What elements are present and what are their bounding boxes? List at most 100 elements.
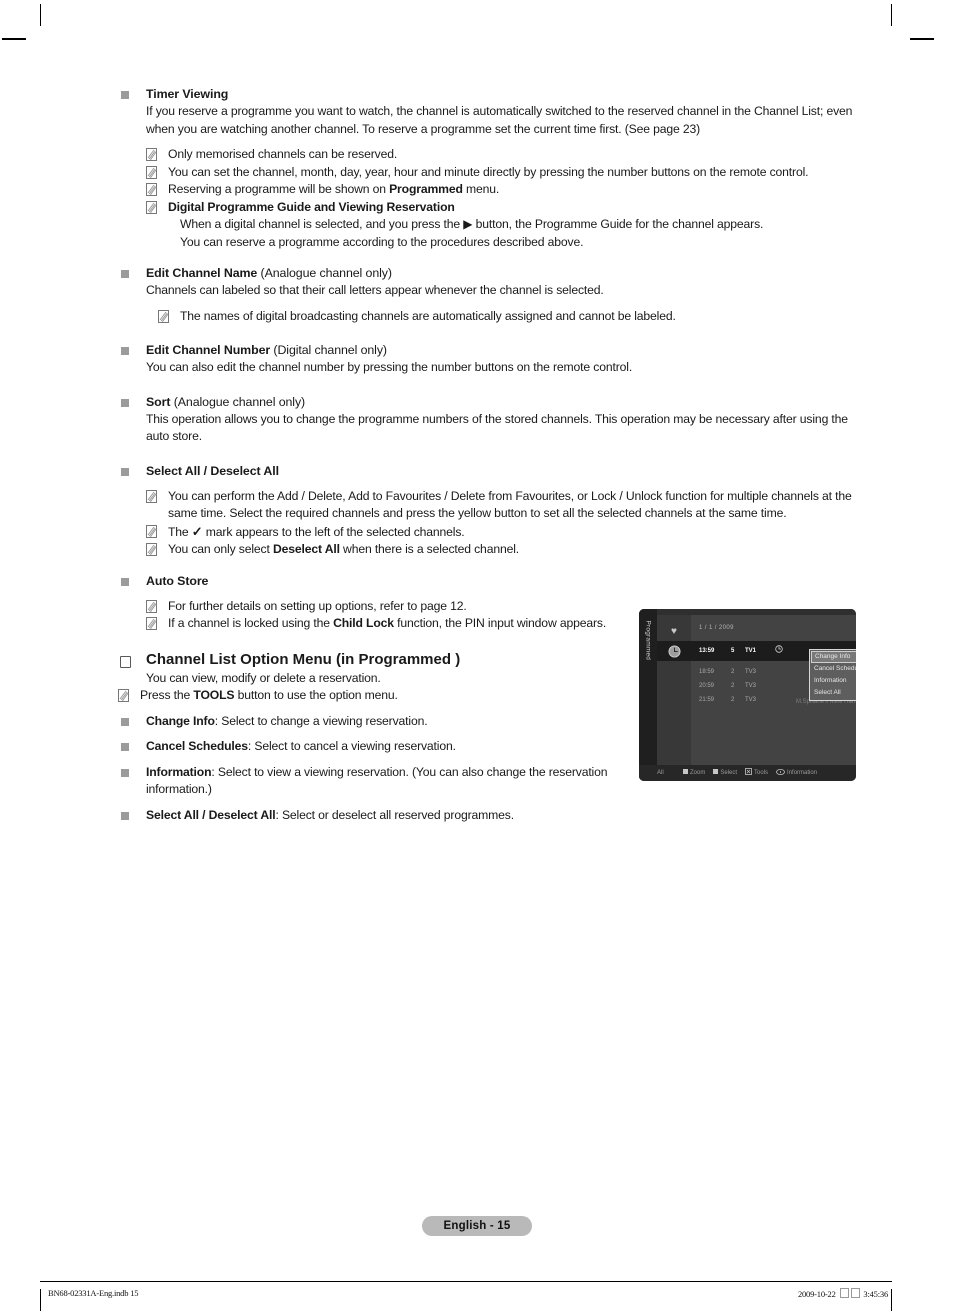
note-pencil-icon: [158, 309, 169, 323]
section-heading-suffix: (Analogue channel only): [170, 394, 306, 409]
note-pencil-icon: [118, 689, 129, 702]
note-pencil-icon: [146, 165, 157, 179]
tv-menu-item-change-info[interactable]: Change Info: [811, 651, 856, 663]
note-pencil-icon: [146, 543, 157, 556]
tv-key-information[interactable]: Information: [776, 769, 817, 776]
option-menu-heading-bold2: Programmed: [358, 650, 452, 668]
note-pencil-icon: [146, 617, 157, 630]
option-item-desc: : Select or deselect all reserved progra…: [275, 807, 514, 822]
section-edit-channel-number: Edit Channel Number (Digital channel onl…: [118, 342, 858, 377]
note-subline: You can reserve a programme according to…: [180, 234, 584, 249]
note-item: The names of digital broadcasting channe…: [146, 308, 858, 326]
tv-menu-item-information[interactable]: Information: [811, 675, 856, 687]
note-text: The names of digital broadcasting channe…: [180, 308, 676, 323]
note-text: Only memorised channels can be reserved.: [168, 147, 398, 161]
footer-timestamp: 2009-10-22 3:45:36: [798, 1288, 888, 1299]
checkmark-icon: ✓: [191, 523, 203, 539]
note-pencil-icon: [146, 200, 157, 214]
option-item-label: Cancel Schedules: [146, 739, 248, 753]
option-item-line: Cancel Schedules: Select to cancel a vie…: [146, 738, 618, 756]
note-text-post: function, the PIN input window appears.: [393, 616, 607, 630]
note-text-bold: Child Lock: [333, 616, 394, 630]
note-item: You can only select Deselect All when th…: [146, 541, 858, 559]
option-item-line: Select All / Deselect All: Select or des…: [146, 807, 618, 825]
option-item-desc: : Select to change a viewing reservation…: [214, 713, 428, 728]
tv-menu-item-select-all[interactable]: Select All: [811, 687, 856, 699]
note-pencil-icon: [146, 148, 157, 161]
note-item: The ✓ mark appears to the left of the se…: [146, 523, 858, 542]
tv-row-time: 20:59: [699, 683, 715, 689]
crop-mark-right: [910, 38, 934, 40]
square-bullet-icon: [121, 91, 129, 99]
section-heading: Edit Channel Name (Analogue channel only…: [146, 265, 858, 282]
note-pencil-icon: [146, 489, 157, 503]
heart-icon[interactable]: ♥: [657, 621, 691, 641]
note-text-bold: Programmed: [389, 182, 463, 196]
tv-sidebar: Programmed: [639, 609, 657, 781]
note-pencil-icon: [146, 183, 157, 196]
note-text: For further details on setting up option…: [168, 598, 467, 613]
note-item: Only memorised channels can be reserved.: [146, 146, 858, 164]
tv-schedule-list: 1 / 1 / 2009 13:59 5 TV1 18:59 2 TV3 20:…: [691, 615, 856, 765]
option-item-change-info: Change Info: Select to change a viewing …: [118, 713, 618, 731]
note-text-pre: If a channel is locked using the: [168, 616, 334, 630]
square-bullet-icon: [121, 717, 129, 726]
footer-date: 2009-10-22: [797, 1289, 836, 1299]
note-item: Press the TOOLS button to use the option…: [118, 687, 618, 705]
section-heading: Auto Store: [146, 573, 209, 588]
option-item-label: Select All / Deselect All: [146, 807, 276, 822]
tv-bottom-all-label: All: [657, 770, 664, 776]
crop-mark-top-left: [40, 4, 41, 26]
tv-tools-popup-menu: Change Info Cancel Schedules Information…: [809, 649, 856, 701]
note-text-post: button to use the option menu.: [234, 688, 398, 702]
hollow-square-bullet-icon: [120, 655, 131, 668]
note-text-post: mark appears to the left of the selected…: [202, 524, 465, 539]
section-body: This operation allows you to change the …: [146, 411, 848, 444]
section-heading-text: Edit Channel Number: [146, 343, 271, 357]
option-item-desc: : Select to cancel a viewing reservation…: [247, 739, 456, 753]
square-bullet-icon: [121, 811, 129, 820]
tv-key-tools[interactable]: Tools: [745, 768, 769, 776]
note-text-pre: Reserving a programme will be shown on: [168, 182, 390, 196]
tv-menu-item-cancel-schedules[interactable]: Cancel Schedules: [811, 663, 856, 675]
page-number-badge: English - 15: [422, 1216, 532, 1236]
missing-glyph-box-icon: [851, 1288, 861, 1298]
tv-list-date: 1 / 1 / 2009: [699, 625, 734, 631]
section-sort: Sort (Analogue channel only) This operat…: [118, 394, 858, 446]
tv-key-select[interactable]: Select: [713, 768, 738, 776]
tv-row-number: 2: [731, 669, 735, 675]
tv-row-channel: TV3: [745, 697, 757, 703]
tv-key-tools-label: Tools: [754, 770, 769, 776]
option-item-select-all: Select All / Deselect All: Select or des…: [118, 807, 618, 825]
note-text-pre: You can only select: [168, 542, 273, 556]
footer-time: 3:45:36: [863, 1289, 888, 1299]
tv-key-zoom-label: Zoom: [690, 770, 706, 776]
footer-filename: BN68-02331A-Eng.indb 15: [48, 1288, 139, 1298]
section-channel-list-option-menu: Channel List Option Menu (in Programmed …: [118, 650, 618, 825]
tv-row-number: 2: [731, 697, 735, 703]
tv-key-select-label: Select: [720, 770, 738, 776]
section-edit-channel-name: Edit Channel Name (Analogue channel only…: [118, 265, 858, 325]
section-body: Channels can labeled so that their call …: [146, 283, 604, 297]
note-text-bold: Deselect All: [272, 542, 340, 556]
note-pencil-icon: [146, 524, 157, 538]
tv-sidebar-label: Programmed: [644, 620, 652, 661]
info-icon: [776, 769, 785, 776]
note-item: You can set the channel, month, day, yea…: [146, 164, 858, 182]
clock-icon[interactable]: [657, 641, 691, 661]
note-text-post: menu.: [462, 182, 500, 196]
tv-bottom-keys: Zoom Select Tools Information: [683, 765, 825, 781]
tv-row-channel: TV1: [745, 648, 757, 654]
note-text-pre: The: [168, 524, 192, 539]
square-bullet-icon: [121, 768, 129, 777]
section-timer-viewing: Timer Viewing If you reserve a programme…: [118, 86, 858, 251]
red-swatch-icon: [683, 768, 688, 774]
section-heading-text: Sort: [146, 394, 171, 409]
option-item-cancel-schedules: Cancel Schedules: Select to cancel a vie…: [118, 738, 618, 756]
option-menu-heading-post: ): [451, 650, 461, 668]
section-heading: Sort (Analogue channel only): [146, 394, 858, 411]
option-menu-heading-pre: Channel List Option Menu (: [146, 650, 341, 668]
option-item-line: Information: Select to view a viewing re…: [146, 764, 618, 799]
section-select-all-deselect-all: Select All / Deselect All You can perfor…: [118, 463, 858, 559]
tv-key-zoom[interactable]: Zoom: [683, 768, 706, 776]
